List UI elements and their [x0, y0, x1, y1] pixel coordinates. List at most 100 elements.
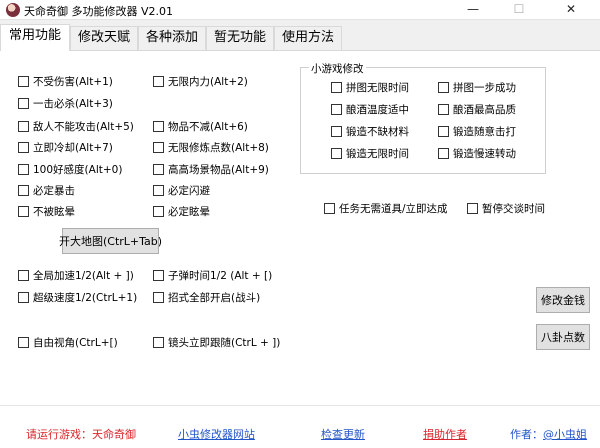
bagua-points-button[interactable]: 八卦点数	[536, 324, 590, 350]
checkbox-free-camera[interactable]: 自由视角(CtrL+[)	[18, 335, 118, 349]
checkbox-always-dodge[interactable]: 必定闪避	[153, 183, 210, 197]
modify-money-button[interactable]: 修改金钱	[536, 287, 590, 313]
checkbox-box[interactable]	[331, 103, 342, 115]
checkbox-label: 必定暴击	[33, 184, 75, 197]
checkbox-box[interactable]	[18, 75, 29, 87]
checkbox-box[interactable]	[153, 141, 164, 153]
checkbox-label: 100好感度(Alt+0)	[33, 163, 123, 176]
checkbox-label: 锻造慢速转动	[453, 147, 516, 160]
checkbox-label: 拼图无限时间	[346, 81, 409, 94]
website-link[interactable]: 小虫修改器网站	[178, 426, 255, 442]
checkbox-box[interactable]	[324, 202, 335, 214]
title-bar: 天命奇御 多功能修改器 V2.01 — ☐ ✕	[0, 0, 600, 20]
checkbox-box[interactable]	[18, 163, 29, 175]
checkbox-one-hit-kill[interactable]: 一击必杀(Alt+3)	[18, 96, 113, 110]
checkbox-global-speed[interactable]: 全局加速1/2(Alt + ])	[18, 268, 134, 282]
checkbox-box[interactable]	[153, 336, 164, 348]
checkbox-forge-no-material[interactable]: 锻造不缺材料	[331, 124, 409, 138]
checkbox-label: 物品不减(Alt+6)	[168, 120, 248, 133]
checkbox-box[interactable]	[18, 97, 29, 109]
checkbox-highlight-items[interactable]: 高高场景物品(Alt+9)	[153, 162, 269, 176]
checkbox-enemy-no-attack[interactable]: 敌人不能攻击(Alt+5)	[18, 119, 134, 133]
checkbox-box[interactable]	[438, 125, 449, 137]
checkbox-task-instant[interactable]: 任务无需道具/立即达成	[324, 201, 448, 215]
checkbox-brew-best-quality[interactable]: 酿酒最高品质	[438, 102, 516, 116]
checkbox-label: 酿酒最高品质	[453, 103, 516, 116]
checkbox-all-moves[interactable]: 招式全部开启(战斗)	[153, 290, 260, 304]
checkbox-box[interactable]	[438, 103, 449, 115]
checkbox-always-stun[interactable]: 必定眩晕	[153, 204, 210, 218]
checkbox-label: 不被眩晕	[33, 205, 75, 218]
checkbox-no-stun[interactable]: 不被眩晕	[18, 204, 75, 218]
checkbox-box[interactable]	[438, 147, 449, 159]
checkbox-infinite-training[interactable]: 无限修炼点数(Alt+8)	[153, 140, 269, 154]
run-game-status: 请运行游戏：天命奇御	[26, 428, 136, 441]
checkbox-label: 全局加速1/2(Alt + ])	[33, 269, 134, 282]
checkbox-box[interactable]	[18, 184, 29, 196]
checkbox-forge-any-hit[interactable]: 锻造随意击打	[438, 124, 516, 138]
tab-common[interactable]: 常用功能	[0, 24, 70, 51]
checkbox-label: 不受伤害(Alt+1)	[33, 75, 113, 88]
donate-link[interactable]: 捐助作者	[423, 426, 467, 442]
checkbox-label: 无限修炼点数(Alt+8)	[168, 141, 269, 154]
checkbox-label: 拼图一步成功	[453, 81, 516, 94]
checkbox-infinite-mp[interactable]: 无限内力(Alt+2)	[153, 74, 248, 88]
checkbox-box[interactable]	[438, 81, 449, 93]
checkbox-box[interactable]	[153, 163, 164, 175]
tab-usage[interactable]: 使用方法	[274, 26, 342, 50]
checkbox-brew-temperature[interactable]: 酿酒温度适中	[331, 102, 409, 116]
checkbox-instant-cooldown[interactable]: 立即冷却(Alt+7)	[18, 140, 113, 154]
checkbox-box[interactable]	[153, 205, 164, 217]
maximize-button[interactable]: ☐	[496, 0, 542, 20]
checkbox-box[interactable]	[18, 120, 29, 132]
checkbox-forge-slow-spin[interactable]: 锻造慢速转动	[438, 146, 516, 160]
checkbox-box[interactable]	[153, 184, 164, 196]
author-prefix: 作者：	[510, 428, 543, 441]
checkbox-box[interactable]	[153, 269, 164, 281]
checkbox-label: 超级速度1/2(CtrL+1)	[33, 291, 138, 304]
open-map-button[interactable]: 开大地图(CtrL+Tab)	[59, 228, 162, 254]
window-title: 天命奇御 多功能修改器 V2.01	[24, 5, 174, 18]
app-icon	[6, 3, 20, 17]
checkbox-label: 敌人不能攻击(Alt+5)	[33, 120, 134, 133]
checkbox-puzzle-one-step[interactable]: 拼图一步成功	[438, 80, 516, 94]
checkbox-label: 立即冷却(Alt+7)	[33, 141, 113, 154]
checkbox-box[interactable]	[153, 120, 164, 132]
checkbox-camera-follow[interactable]: 镜头立即跟随(CtrL + ])	[153, 335, 280, 349]
checkbox-box[interactable]	[18, 205, 29, 217]
check-update-link[interactable]: 检查更新	[321, 426, 365, 442]
close-button[interactable]: ✕	[548, 0, 594, 20]
checkbox-box[interactable]	[18, 269, 29, 281]
checkbox-label: 招式全部开启(战斗)	[168, 291, 261, 304]
checkbox-label: 高高场景物品(Alt+9)	[168, 163, 269, 176]
checkbox-no-damage[interactable]: 不受伤害(Alt+1)	[18, 74, 113, 88]
checkbox-box[interactable]	[153, 75, 164, 87]
checkbox-box[interactable]	[153, 291, 164, 303]
author-link[interactable]: @小虫姐	[543, 428, 587, 441]
checkbox-box[interactable]	[18, 336, 29, 348]
checkbox-box[interactable]	[331, 147, 342, 159]
checkbox-forge-infinite-time[interactable]: 锻造无限时间	[331, 146, 409, 160]
tab-strip: 常用功能 修改天赋 各种添加 暂无功能 使用方法	[0, 24, 600, 51]
tab-add[interactable]: 各种添加	[138, 26, 206, 50]
checkbox-box[interactable]	[18, 141, 29, 153]
checkbox-box[interactable]	[18, 291, 29, 303]
checkbox-super-speed[interactable]: 超级速度1/2(CtrL+1)	[18, 290, 137, 304]
checkbox-label: 一击必杀(Alt+3)	[33, 97, 113, 110]
footer-divider	[0, 405, 600, 406]
checkbox-box[interactable]	[467, 202, 478, 214]
checkbox-favor-100[interactable]: 100好感度(Alt+0)	[18, 162, 122, 176]
checkbox-box[interactable]	[331, 81, 342, 93]
checkbox-label: 酿酒温度适中	[346, 103, 409, 116]
checkbox-label: 镜头立即跟随(CtrL + ])	[168, 336, 281, 349]
checkbox-items-no-decrease[interactable]: 物品不减(Alt+6)	[153, 119, 248, 133]
checkbox-always-crit[interactable]: 必定暴击	[18, 183, 75, 197]
checkbox-pause-dialog[interactable]: 暂停交谈时间	[467, 201, 545, 215]
checkbox-box[interactable]	[331, 125, 342, 137]
checkbox-bullet-time[interactable]: 子弹时间1/2 (Alt + [)	[153, 268, 272, 282]
checkbox-label: 必定眩晕	[168, 205, 210, 218]
tab-none[interactable]: 暂无功能	[206, 26, 274, 50]
tab-talent[interactable]: 修改天赋	[70, 26, 138, 50]
minimize-button[interactable]: —	[450, 0, 496, 20]
checkbox-puzzle-infinite-time[interactable]: 拼图无限时间	[331, 80, 409, 94]
